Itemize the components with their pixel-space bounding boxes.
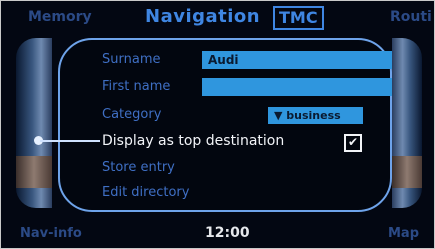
- category-dropdown[interactable]: ▼ business: [268, 107, 363, 124]
- firstname-field[interactable]: [202, 78, 392, 96]
- edit-directory-item[interactable]: Edit directory: [102, 185, 189, 200]
- tmc-badge: TMC: [273, 6, 324, 30]
- right-control-roller: [392, 38, 422, 208]
- left-control-roller: [16, 38, 52, 208]
- checkmark-icon: ✔: [347, 135, 359, 149]
- store-entry-item[interactable]: Store entry: [102, 160, 175, 175]
- clock: 12:00: [205, 225, 250, 241]
- nav-screen: Memory Navigation TMC Routi Surname Audi…: [0, 0, 435, 249]
- memory-softkey[interactable]: Memory: [28, 9, 92, 25]
- firstname-label: First name: [102, 79, 171, 94]
- top-destination-label[interactable]: Display as top destination: [102, 133, 284, 149]
- top-bar: Memory Navigation TMC Routi: [0, 0, 435, 40]
- bottom-bar: Nav-info 12:00 Map: [0, 218, 435, 249]
- nav-info-softkey[interactable]: Nav-info: [20, 226, 82, 241]
- top-destination-checkbox[interactable]: ✔: [344, 134, 362, 152]
- page-title: Navigation: [145, 6, 261, 27]
- category-label: Category: [102, 107, 162, 122]
- selection-cursor-line: [40, 140, 100, 142]
- surname-label: Surname: [102, 52, 161, 67]
- map-softkey[interactable]: Map: [388, 226, 419, 241]
- surname-field[interactable]: Audi: [202, 51, 392, 69]
- route-softkey[interactable]: Routi: [390, 9, 432, 25]
